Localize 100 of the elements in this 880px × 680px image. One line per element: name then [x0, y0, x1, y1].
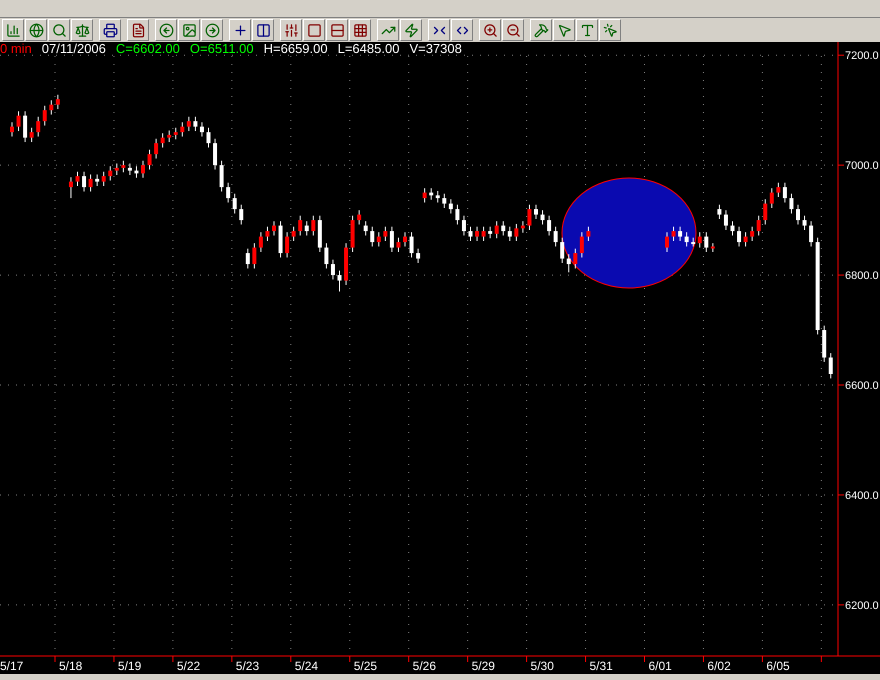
candlestick [272, 220, 276, 236]
candlestick [121, 160, 126, 173]
date-label: 5/17 [0, 659, 24, 673]
candlestick [782, 182, 787, 204]
date-label: 5/31 [590, 659, 613, 673]
candlestick [186, 116, 191, 132]
toolbar-button[interactable] [229, 19, 251, 41]
candlestick [311, 215, 316, 236]
candlestick [482, 226, 486, 242]
toolbar-button[interactable] [377, 19, 399, 41]
toolbar-button[interactable] [48, 19, 70, 41]
toolbar-button[interactable] [479, 19, 501, 41]
candlestick [494, 220, 499, 239]
toolbar-button[interactable] [127, 19, 149, 41]
candlestick [357, 210, 362, 225]
candlestick [68, 176, 73, 199]
candlestick [475, 226, 480, 242]
toolbar-button[interactable] [576, 19, 598, 41]
candlestick [416, 248, 420, 264]
candlestick [672, 226, 676, 242]
candlestick [174, 127, 178, 140]
date-label: 6/05 [766, 659, 790, 673]
window-icon [306, 22, 322, 38]
toolbar-button[interactable] [201, 19, 223, 41]
candlestick [429, 188, 434, 200]
candlestick [520, 220, 525, 234]
toolbar-button[interactable] [400, 19, 422, 41]
candlestick [448, 198, 453, 214]
toolbar-button[interactable] [25, 19, 47, 41]
toolbar-button[interactable] [71, 19, 93, 41]
picture-icon [182, 22, 196, 38]
candlestick [213, 138, 218, 170]
candlestick [390, 226, 394, 252]
toolbar-button[interactable] [502, 19, 524, 41]
candlestick [422, 188, 427, 204]
toolbar-button[interactable] [99, 19, 121, 41]
toolbar-button[interactable] [599, 19, 621, 41]
rows-icon [330, 22, 344, 38]
candlestick [338, 270, 342, 292]
print-icon [102, 22, 118, 38]
toolbar-button[interactable] [451, 19, 473, 41]
candlestick [239, 204, 244, 225]
candlestick [580, 232, 584, 258]
candlestick [82, 171, 86, 192]
candlestick [258, 232, 263, 252]
click-icon [602, 22, 618, 38]
date-label: 6/01 [648, 659, 672, 673]
add-icon [232, 22, 248, 38]
quote-value: H=6659.00 [264, 42, 328, 56]
candlestick [796, 204, 800, 225]
zoom-in-icon [482, 22, 498, 38]
toolbar-button[interactable] [530, 19, 552, 41]
toolbar-button[interactable] [303, 19, 325, 41]
candlestick [547, 215, 552, 236]
candlestick [554, 226, 558, 247]
candlestick [789, 193, 794, 214]
candlestick [436, 190, 440, 204]
candlestick [30, 127, 34, 143]
candlestick [514, 223, 518, 242]
date-label: 5/18 [58, 659, 82, 673]
candlestick [383, 226, 388, 242]
toolbar-button[interactable] [2, 19, 24, 41]
candlestick [508, 226, 512, 242]
zoom-out-icon [506, 22, 520, 38]
candlestick [16, 110, 21, 132]
sliders-icon [284, 22, 298, 38]
toolbar-button[interactable] [280, 19, 302, 41]
candlestick [566, 254, 571, 273]
candlestick [56, 94, 60, 110]
candlestick [324, 242, 328, 269]
toolbar-button[interactable] [326, 19, 348, 41]
candlestick [10, 122, 14, 138]
toolbar-button[interactable] [252, 19, 274, 41]
candlestick [540, 210, 545, 225]
candlestick [200, 122, 204, 138]
candlestick [226, 182, 230, 204]
toolbar-button[interactable] [553, 19, 575, 41]
candlestick [292, 226, 296, 242]
candlestick [220, 160, 224, 192]
toolbar-button[interactable] [349, 19, 371, 41]
candlestick [698, 232, 702, 248]
candlestick [206, 127, 210, 148]
candlestick [776, 182, 780, 198]
candlestick [488, 226, 492, 239]
candlestick [737, 226, 742, 247]
candlestick [134, 166, 138, 178]
price-label: 6800.0 [845, 270, 879, 282]
date-label: 5/29 [472, 659, 495, 673]
candlestick [180, 122, 184, 138]
quote-value: L=6485.00 [338, 42, 400, 56]
candlestick [193, 116, 198, 132]
candlestick [534, 204, 538, 220]
toolbar-button[interactable] [155, 19, 177, 41]
candlestick [102, 171, 106, 187]
candlestick [455, 204, 460, 225]
toolbar-button[interactable] [428, 19, 450, 41]
candlestick [265, 226, 270, 242]
toolbar-button[interactable] [178, 19, 200, 41]
date-label: 5/26 [412, 659, 436, 673]
candlestick [232, 193, 237, 214]
